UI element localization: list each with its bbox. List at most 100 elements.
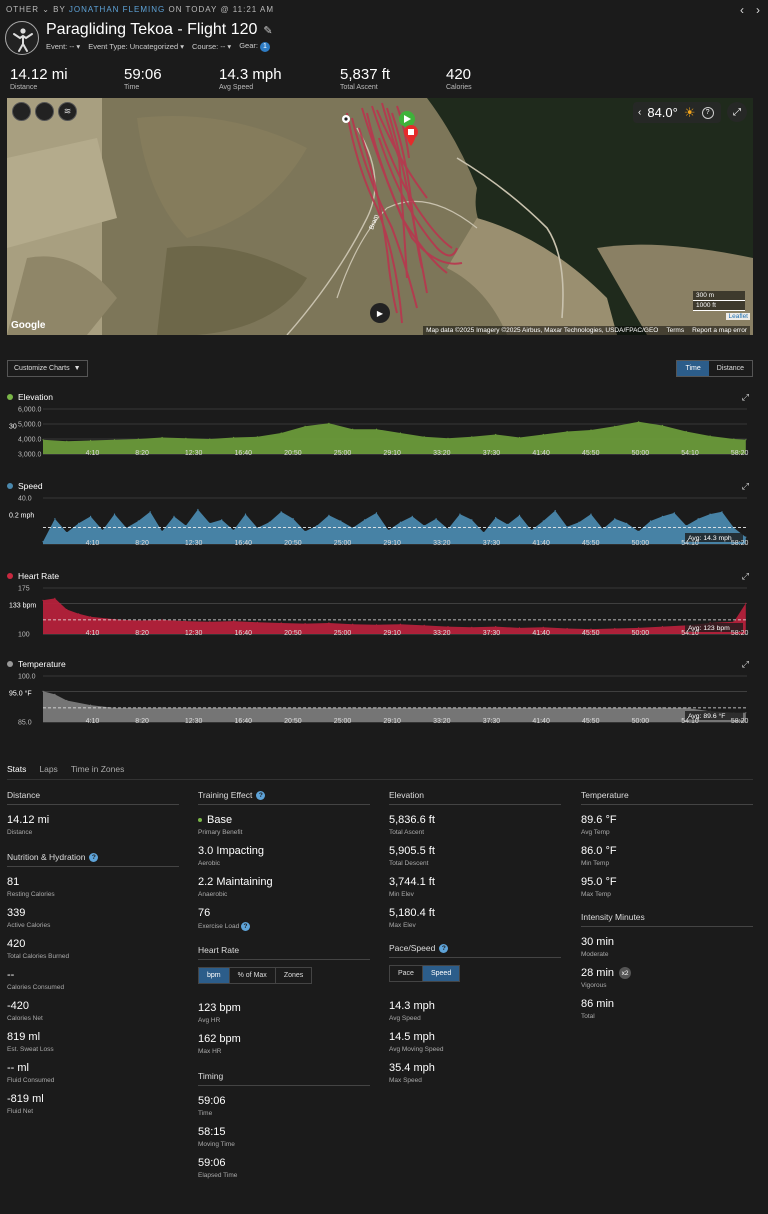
heart-rate-data-point [304, 623, 306, 625]
event-type-dropdown[interactable]: Event Type: Uncategorized ▾ [88, 42, 184, 51]
distance-axis-button[interactable]: Distance [709, 361, 752, 376]
layers-icon[interactable]: ≋ [58, 102, 77, 121]
elevation-data-point [375, 428, 378, 430]
stat-calories-net: -420 Calories Net [7, 1000, 179, 1022]
temperature-x-tick-label: 33:20 [433, 718, 451, 725]
speed-data-point [638, 530, 640, 532]
event-dropdown[interactable]: Event: -- ▾ [46, 42, 80, 51]
stat-avg-moving-speed: 14.5 mph Avg Moving Speed [389, 1031, 561, 1053]
temperature-title: Temperature [18, 659, 66, 669]
hr-bpm-button[interactable]: bpm [199, 968, 230, 983]
stat-value: 35.4 mph [389, 1062, 435, 1074]
speed-data-point [78, 522, 80, 524]
pace-speed-section-head: Pace/Speed? [389, 943, 561, 958]
stat-label: Moderate [581, 951, 609, 958]
help-icon[interactable]: ? [439, 943, 449, 953]
course-dropdown[interactable]: Course: -- ▾ [192, 42, 231, 51]
map-fullscreen-control[interactable] [12, 102, 31, 121]
temperature-data-point [90, 704, 92, 706]
speed-x-tick-label: 12:30 [185, 540, 203, 547]
tabs-divider [7, 779, 753, 780]
speed-data-point [90, 515, 92, 517]
speed-data-point [721, 511, 723, 513]
heart-rate-chart[interactable]: 175150100133 bpmAvg: 123 bpm4:108:2012:3… [5, 584, 753, 642]
summary-value: 14.3 mph [219, 66, 282, 83]
speed-x-tick-label: 54:10 [681, 540, 699, 547]
temperature-chart[interactable]: 100.095.085.095.0 °FAvg: 89.6 °F4:108:20… [5, 672, 753, 730]
stat-label: Fluid Consumed [7, 1077, 55, 1084]
speed-chart[interactable]: 40.00.2 mphAvg: 14.3 mph4:10 8:20 12:30 16:… [5, 494, 753, 552]
elevation-data-point [638, 421, 640, 423]
speed-x-tick-label: 37:30 [483, 540, 501, 547]
pace-button[interactable]: Pace [390, 966, 423, 981]
map-style-control[interactable] [35, 102, 54, 121]
time-axis-button[interactable]: Time [677, 361, 709, 376]
temperature-data-point [375, 707, 378, 709]
stat-vigorous: 28 min x2 Vigorous [581, 967, 753, 989]
edit-title-icon[interactable]: ✎ [263, 24, 272, 37]
speed-data-point [42, 541, 44, 543]
chevron-left-icon[interactable]: ‹ [638, 107, 641, 118]
summary-stats: 14.12 mi Distance 59:06 Time 14.3 mph Av… [10, 66, 526, 91]
heart-rate-title: Heart Rate [18, 571, 60, 581]
expand-chart-icon[interactable]: ⤢ [742, 571, 749, 582]
help-icon[interactable]: ? [256, 790, 266, 800]
temperature-x-tick-label: 58:20 [731, 718, 749, 725]
speed-data-point [256, 527, 258, 529]
hr-zones-button[interactable]: Zones [276, 968, 311, 983]
tab-stats[interactable]: Stats [7, 764, 26, 774]
leaflet-link[interactable]: Leaflet [726, 313, 750, 320]
expand-map-icon[interactable]: ⤢ [727, 102, 747, 122]
elevation-x-tick-label: 54:10 [681, 450, 699, 457]
help-icon[interactable]: ? [89, 852, 99, 862]
activity-nav: ‹ › [740, 3, 760, 17]
report-map-error-link[interactable]: Report a map error [692, 327, 747, 334]
stat-value: 819 ml [7, 1031, 41, 1043]
stat-label: Est. Sweat Loss [7, 1046, 54, 1053]
timing-section-head: Timing [198, 1071, 370, 1086]
expand-chart-icon[interactable]: ⤢ [742, 481, 749, 492]
elevation-chart[interactable]: 6,000.0 5,000.0 4,000.0 3,000.0 30 4:10 8:20 12… [5, 405, 753, 462]
route-map[interactable]: Bram ≋ ‹ 84.0° ☀ ? ⤢ ▶ 300 m 1000 ft Lea… [7, 98, 753, 335]
weather-widget[interactable]: ‹ 84.0° ☀ ? [633, 102, 721, 123]
tab-laps[interactable]: Laps [39, 764, 57, 774]
next-activity-icon[interactable]: › [756, 3, 760, 17]
scale-imperial: 1000 ft [693, 301, 745, 311]
temperature-data-point [54, 693, 56, 695]
x-axis-toggle: Time Distance [676, 360, 753, 377]
summary-value: 420 [446, 66, 472, 83]
play-replay-button[interactable]: ▶ [370, 303, 390, 323]
speed-data-point [185, 525, 187, 527]
gear-selector[interactable]: Gear: 1 [239, 41, 270, 52]
help-icon[interactable]: ? [241, 922, 251, 931]
previous-activity-icon[interactable]: ‹ [740, 3, 744, 17]
stat-min-elev: 3,744.1 ft Min Elev [389, 876, 561, 898]
elevation-x-tick-label: 50:00 [632, 450, 650, 457]
elevation-x-tick-label: 25:00 [334, 450, 352, 457]
author-link[interactable]: JONATHAN FLEMING [69, 5, 165, 14]
distance-section-head: Distance [7, 790, 179, 805]
stat-avg-hr: 123 bpm Avg HR [198, 1002, 370, 1024]
expand-chart-icon[interactable]: ⤢ [742, 659, 749, 670]
activity-type-dropdown[interactable]: OTHER ⌄ BY [6, 5, 66, 14]
heart-rate-y-tick-label: 175 [18, 586, 30, 593]
speed-data-point [447, 528, 449, 530]
caret-down-icon: ▼ [73, 365, 81, 372]
stat-value: 420 [7, 938, 26, 950]
stat-value: 89.6 °F [581, 814, 617, 826]
summary-label: Calories [446, 84, 472, 91]
elevation-data-point [745, 439, 747, 441]
speed-data-point [280, 511, 282, 513]
terms-link[interactable]: Terms [666, 327, 684, 334]
temperature-x-tick-label: 45:50 [582, 718, 600, 725]
hr-percent-max-button[interactable]: % of Max [230, 968, 276, 983]
heart-rate-data-point [90, 616, 92, 618]
help-icon[interactable]: ? [701, 106, 714, 119]
expand-chart-icon[interactable]: ⤢ [742, 392, 749, 403]
customize-charts-button[interactable]: Customize Charts ▼ [7, 360, 88, 377]
speed-button[interactable]: Speed [422, 966, 460, 981]
multiplier-badge: x2 [619, 967, 632, 979]
heart-rate-x-tick-label: 45:50 [582, 630, 600, 637]
tab-time-in-zones[interactable]: Time in Zones [71, 764, 125, 774]
heart-rate-data-point [471, 626, 473, 628]
